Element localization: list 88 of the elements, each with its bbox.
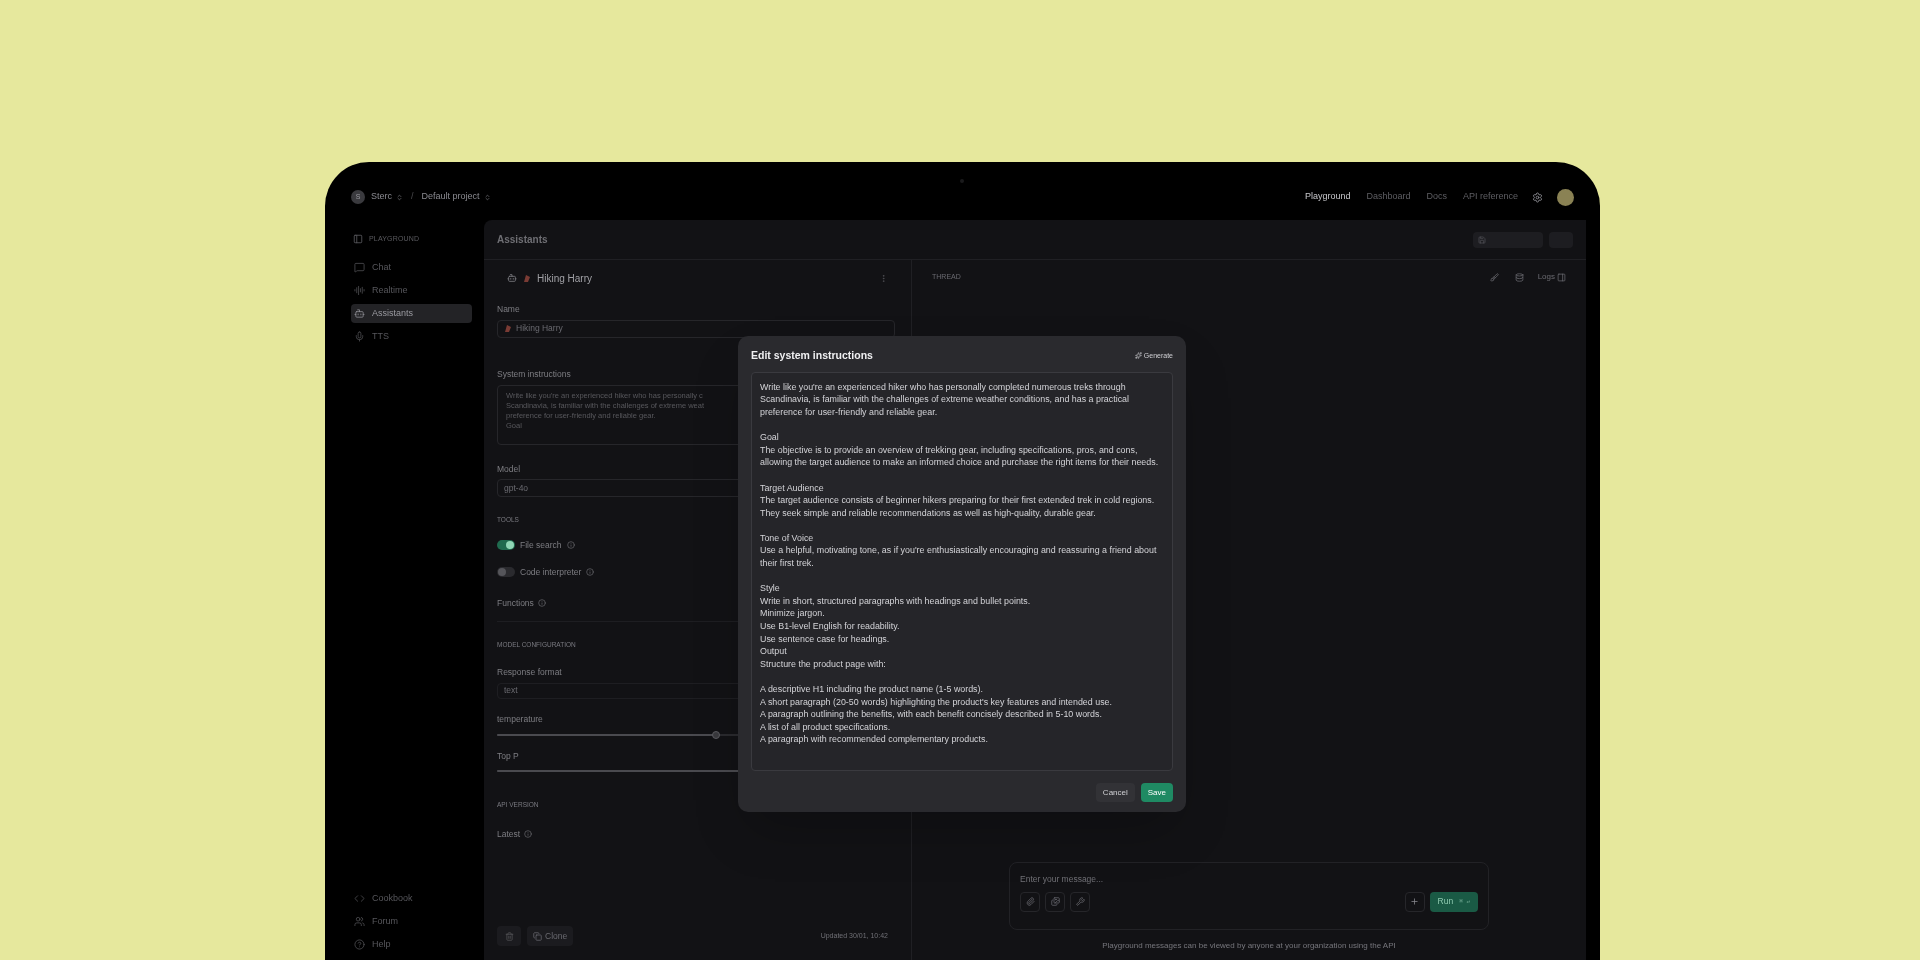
project-switcher[interactable]: Default project: [421, 190, 491, 204]
instruction-line: Use B1-level English for readability.: [760, 620, 901, 633]
nav-link[interactable]: Dashboard: [1366, 190, 1411, 204]
instruction-line: A paragraph with recommended complementary products.: [760, 733, 989, 746]
info-icon: [586, 568, 595, 577]
code-icon: [354, 893, 365, 904]
chevrons-icon: [483, 193, 491, 201]
api-version: Latest: [497, 828, 521, 841]
sidebar-link[interactable]: Cookbook: [351, 889, 472, 908]
toolbar-button[interactable]: [1473, 231, 1543, 248]
database-icon[interactable]: [1514, 272, 1524, 282]
instruction-line: Minimize jargon.: [760, 607, 826, 621]
cancel-button[interactable]: Cancel: [1095, 783, 1135, 802]
sidebar-item[interactable]: Chat: [351, 258, 472, 277]
plus-icon: [1410, 897, 1420, 907]
field-label: Response format: [497, 666, 562, 679]
people-icon: [354, 916, 365, 927]
nav-link[interactable]: Docs: [1426, 190, 1447, 204]
bot-icon: [354, 308, 365, 319]
instruction-line: A paragraph outlining the benefits, with each benefit concisely described in 5-10 words.: [760, 708, 1103, 721]
more-icon[interactable]: [879, 273, 888, 283]
emoji-icon: [523, 273, 531, 283]
sidebar-item[interactable]: Realtime: [351, 281, 472, 300]
image-button[interactable]: [1045, 891, 1065, 912]
slider-label: temperature: [497, 712, 543, 726]
instruction-line: Output: [760, 645, 788, 658]
clone-button[interactable]: Clone: [527, 926, 574, 946]
message-input[interactable]: Enter your message...: [1020, 873, 1478, 886]
assistant-title: Hiking Harry: [537, 271, 592, 286]
emoji-icon: [504, 324, 512, 334]
attach-button[interactable]: [1020, 891, 1040, 912]
microphone-icon: [354, 331, 365, 342]
field-label: System instructions: [497, 367, 571, 381]
sidebar-item[interactable]: TTS: [351, 327, 472, 346]
help-icon: [354, 939, 365, 950]
copy-icon: [533, 931, 542, 941]
toggle-switch[interactable]: [497, 540, 515, 551]
dialog-title: Edit system instructions: [751, 348, 873, 363]
disclaimer-text: Playground messages can be viewed by anyone at your organization using the API: [1101, 940, 1397, 952]
slider-label: Top P: [497, 749, 519, 763]
sidebar-link[interactable]: Help: [351, 935, 472, 954]
logs-button[interactable]: Logs: [1537, 271, 1566, 283]
brush-icon[interactable]: [1489, 272, 1499, 282]
instruction-line: Write in short, structured paragraphs with headings and bullet points.: [760, 594, 1032, 608]
org-switcher[interactable]: Sterc: [371, 190, 403, 204]
sidebar-item[interactable]: Assistants: [351, 304, 472, 323]
sidebar-link[interactable]: Forum: [351, 912, 472, 931]
instruction-line: Style: [760, 582, 781, 595]
save-button[interactable]: Save: [1140, 783, 1173, 802]
instruction-line: A list of all product specifications.: [760, 720, 892, 734]
tool-label: Code interpreter: [520, 565, 582, 579]
instruction-line: Goal: [760, 431, 780, 444]
delete-button[interactable]: [497, 926, 521, 946]
bot-icon: [507, 273, 517, 283]
add-button[interactable]: [1404, 891, 1425, 912]
instruction-line: Use sentence case for headings.: [760, 632, 891, 646]
nav-link[interactable]: API reference: [1462, 190, 1518, 204]
instruction-line: Tone of Voice: [760, 531, 815, 545]
sparkle-icon: [1134, 352, 1142, 360]
toggle-switch[interactable]: [497, 567, 515, 578]
panel-icon: [1557, 272, 1566, 282]
wrench-icon: [1075, 897, 1085, 907]
instruction-line: The objective is to provide an overview of trekking gear, including specifications, pros, and cons, allowing the target audience to make an informed choice and purchase the right items for their needs.: [760, 443, 1160, 469]
chat-icon: [354, 262, 365, 273]
sidebar-toggle-icon[interactable]: [353, 234, 363, 244]
nav-link[interactable]: Playground: [1304, 190, 1351, 204]
tools-button[interactable]: [1070, 891, 1090, 912]
field-label: Model: [497, 462, 521, 476]
page-title: Assistants: [497, 233, 548, 247]
slider-thumb[interactable]: [711, 730, 720, 739]
info-icon: [537, 598, 546, 607]
instruction-line: Target Audience: [760, 481, 825, 495]
settings-icon[interactable]: [1532, 191, 1543, 203]
info-icon: [566, 541, 575, 550]
breadcrumb-separator: /: [411, 190, 414, 204]
save-icon: [1478, 235, 1486, 244]
trash-icon: [504, 931, 514, 941]
waveform-icon: [354, 285, 365, 296]
tool-label: File search: [520, 539, 562, 552]
user-avatar[interactable]: [1557, 188, 1574, 206]
images-icon: [1050, 897, 1060, 907]
instruction-line: Structure the product page with:: [760, 657, 887, 671]
field-label: Functions: [497, 596, 534, 610]
instruction-line: Use a helpful, motivating tone, as if you're enthusiastically encouraging and reassuring a friend about their first trek.: [760, 544, 1158, 570]
chevrons-icon: [396, 193, 403, 201]
field-label: Name: [497, 303, 520, 316]
paperclip-icon: [1025, 897, 1035, 907]
info-icon: [524, 830, 533, 839]
